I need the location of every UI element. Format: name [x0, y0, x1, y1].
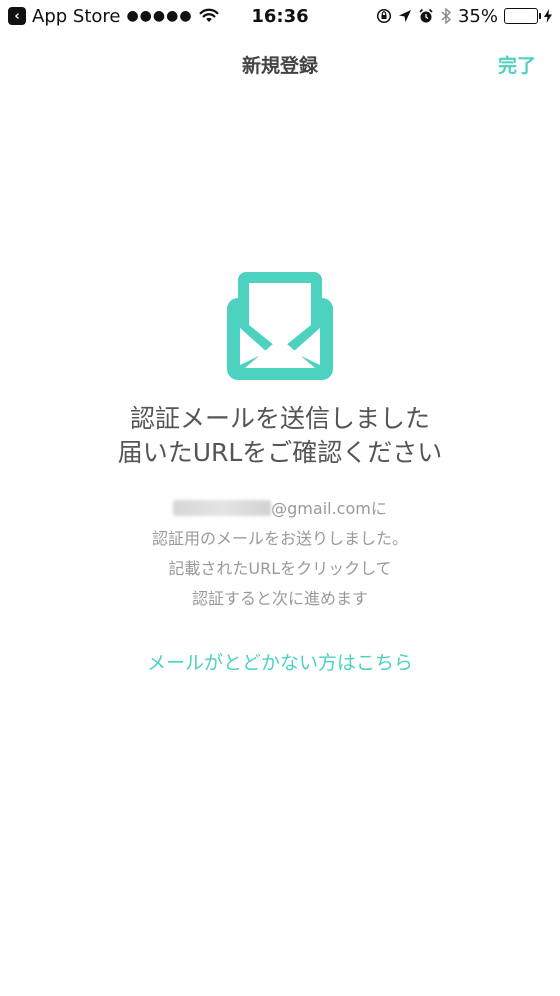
alarm-icon	[419, 8, 433, 23]
orientation-lock-icon	[376, 8, 392, 24]
back-chevron-icon[interactable]: ‹	[8, 7, 26, 25]
main-content: 認証メールを送信しました 届いたURLをご確認ください @gmail.comに …	[0, 270, 560, 675]
description-line-2: 記載されたURLをクリックして	[168, 559, 392, 578]
email-line: @gmail.comに	[152, 494, 408, 524]
description-line-1: 認証用のメールをお送りしました。	[151, 529, 408, 548]
battery-icon	[504, 8, 541, 24]
status-left: ‹ App Store ●●●●●	[8, 6, 219, 27]
wifi-icon	[199, 8, 219, 22]
page-title: 新規登録	[241, 54, 318, 77]
headline-line-1: 認証メールを送信しました	[129, 404, 430, 433]
description-line-3: 認証すると次に進めます	[191, 589, 368, 608]
battery-percent: 35%	[457, 5, 498, 27]
envelope-icon	[227, 272, 333, 380]
charging-bolt-icon	[544, 9, 552, 23]
signal-strength-icon: ●●●●●	[126, 8, 193, 24]
description: @gmail.comに 認証用のメールをお送りしました。 記載されたURLをクリ…	[152, 494, 408, 614]
location-arrow-icon	[398, 10, 411, 22]
status-bar: ‹ App Store ●●●●● 35% 16:36	[0, 0, 560, 32]
no-mail-link[interactable]: メールがとどかない方はこちら	[147, 648, 413, 675]
redacted-email	[173, 500, 272, 516]
headline-line-2: 届いたURLをご確認ください	[117, 438, 443, 467]
email-suffix: @gmail.comに	[271, 499, 387, 518]
back-app-label[interactable]: App Store	[32, 6, 120, 27]
status-right: 35%	[376, 6, 552, 27]
done-button[interactable]: 完了	[498, 32, 536, 96]
headline: 認証メールを送信しました 届いたURLをご確認ください	[118, 402, 443, 470]
bluetooth-icon	[441, 7, 452, 25]
navigation-bar: 新規登録 完了	[0, 32, 560, 96]
